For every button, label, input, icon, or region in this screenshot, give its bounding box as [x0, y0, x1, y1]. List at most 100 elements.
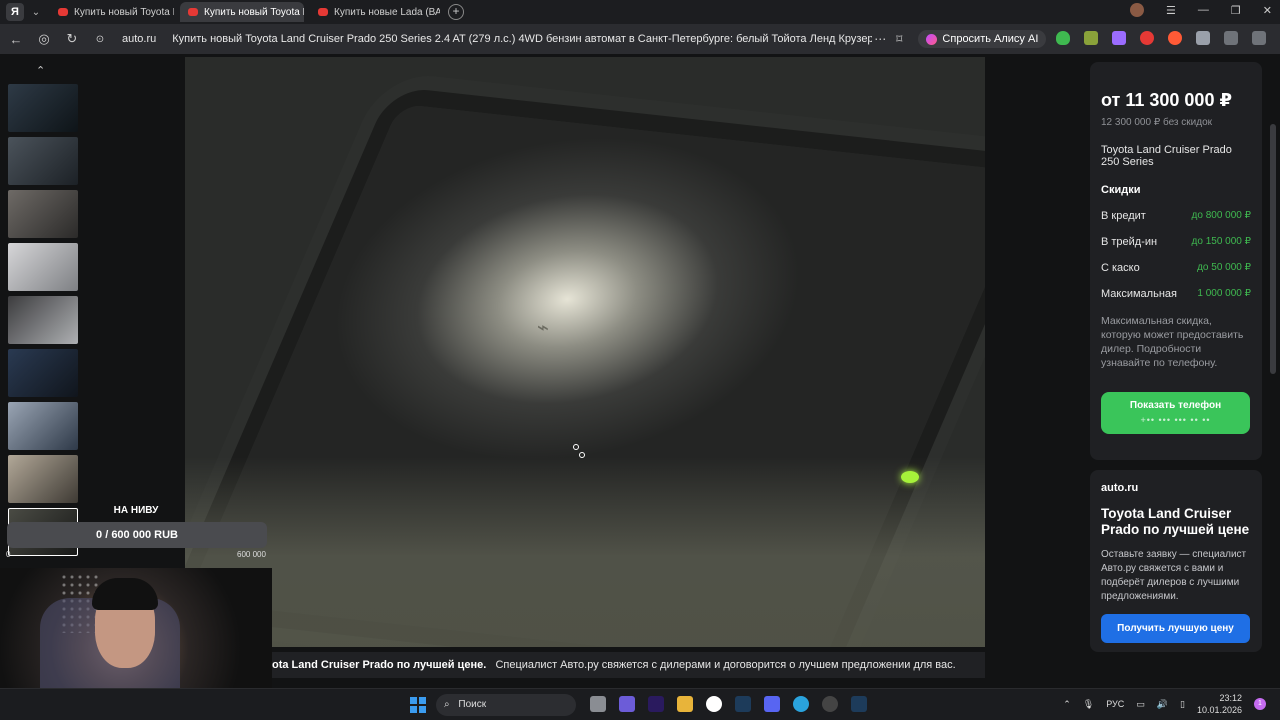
ticker-text: Специалист Авто.ру свяжется с дилерами и…	[495, 659, 956, 671]
bookmark-icon[interactable]: ⌑	[896, 32, 902, 46]
thumbnail[interactable]	[8, 296, 78, 344]
thumbnail[interactable]	[8, 84, 78, 132]
tray-arrow-icon[interactable]: ⌃	[1063, 699, 1071, 710]
steam-icon-2[interactable]	[851, 696, 867, 712]
webcam-overlay	[0, 568, 272, 688]
yandex-id-icon[interactable]: ◎	[32, 27, 56, 51]
language-indicator[interactable]: РУС	[1106, 699, 1124, 709]
reload-icon[interactable]: ↻	[60, 27, 84, 51]
charger-led	[901, 471, 919, 483]
autoru-favicon-icon	[318, 8, 328, 16]
discord-icon[interactable]	[764, 696, 780, 712]
more-icon[interactable]: ⋯	[874, 32, 886, 46]
get-best-price-button[interactable]: Получить лучшую цену	[1101, 614, 1250, 643]
offer-panel: от 11 300 000 ₽ 12 300 000 ₽ без скидок …	[1090, 62, 1262, 460]
microphone-icon[interactable]: 🎙	[1083, 699, 1094, 710]
battery-icon[interactable]: ▯	[1180, 699, 1185, 710]
tabs-dropdown-icon[interactable]: ⌄	[28, 3, 44, 21]
browser-tab-bar: Я ⌄ Купить новый Toyota Land Купить новы…	[0, 0, 1280, 24]
main-photo[interactable]: ⌁	[185, 57, 985, 647]
address-bar: ← ◎ ↻ ⊙ auto.ru Купить новый Toyota Land…	[0, 24, 1280, 54]
guard-extension-icon[interactable]	[1196, 31, 1210, 45]
puzzle-extension-icon[interactable]	[1224, 31, 1238, 45]
profile-avatar[interactable]	[1130, 3, 1145, 17]
close-window-icon[interactable]: ✕	[1263, 4, 1272, 17]
record-extension-icon[interactable]	[1168, 31, 1182, 45]
goal-max: 600 000	[237, 550, 266, 559]
clock[interactable]: 23:12 10.01.2026	[1197, 692, 1242, 716]
promo-text: Оставьте заявку — специалист Авто.ру свя…	[1101, 549, 1247, 602]
streamer-hair	[92, 578, 158, 610]
tab-2[interactable]: Купить новый Toyota L	[180, 2, 304, 22]
scrollbar[interactable]	[1270, 124, 1276, 374]
taskbar-apps	[590, 696, 867, 712]
ask-alice-button[interactable]: Спросить Алису AI	[918, 30, 1047, 48]
thumbnail[interactable]	[8, 190, 78, 238]
site-info-icon[interactable]: ⊙	[88, 27, 112, 51]
network-icon[interactable]: ▭	[1136, 699, 1145, 710]
show-phone-label: Показать телефон	[1129, 400, 1222, 411]
discount-label: Максимальная	[1101, 288, 1177, 300]
emoji-extension-icon[interactable]	[1084, 31, 1098, 45]
thumbnail[interactable]	[8, 243, 78, 291]
back-arrow-icon[interactable]: ←	[4, 27, 28, 51]
new-tab-button[interactable]: +	[448, 4, 464, 20]
menu-icon[interactable]: ☰	[1166, 4, 1176, 17]
pen-extension-icon[interactable]	[1112, 31, 1126, 45]
windows-start-icon[interactable]	[410, 697, 426, 713]
tab-label: Купить новый Toyota L	[204, 6, 304, 18]
discount-row: В кредит до 800 000 ₽	[1101, 210, 1251, 222]
discount-value: до 150 000 ₽	[1191, 236, 1251, 247]
extensions-bar	[1056, 31, 1266, 45]
goal-progress-bar: 0 / 600 000 RUB	[7, 522, 267, 548]
goal-title: НА НИВУ	[113, 505, 159, 516]
tab-label: Купить новый Toyota Land	[74, 6, 174, 18]
thumbnail[interactable]	[8, 137, 78, 185]
phone-mask: +•• ••• ••• •• ••	[1140, 415, 1211, 425]
price-without-discount: 12 300 000 ₽ без скидок	[1101, 117, 1213, 128]
yandex-browser-icon[interactable]	[706, 696, 722, 712]
clock-date: 10.01.2026	[1196, 705, 1242, 715]
task-view-icon[interactable]	[590, 696, 606, 712]
wireless-charging-icon: ⌁	[537, 317, 550, 339]
discount-label: В трейд-ин	[1101, 236, 1158, 248]
restore-icon[interactable]: ❐	[1231, 4, 1241, 17]
chat-app-icon[interactable]	[619, 696, 635, 712]
notification-badge[interactable]: 1	[1254, 698, 1266, 710]
discount-value: до 50 000 ₽	[1197, 262, 1251, 273]
mouse-cursor-icon	[579, 452, 585, 458]
thumbnail-strip: ⌃	[8, 65, 78, 561]
taskbar-search[interactable]: ⌕ Поиск	[436, 694, 576, 716]
steam-icon[interactable]	[735, 696, 751, 712]
thumbnail[interactable]	[8, 349, 78, 397]
premiere-app-icon[interactable]	[648, 696, 664, 712]
a-extension-icon[interactable]	[1140, 31, 1154, 45]
search-label: Поиск	[458, 699, 487, 710]
discount-value: до 800 000 ₽	[1191, 210, 1251, 221]
promo-title: Toyota Land Cruiser Prado по лучшей цене	[1101, 506, 1250, 537]
photo-floor	[185, 457, 985, 647]
file-explorer-icon[interactable]	[677, 696, 693, 712]
tab-label: Купить новые Lada (ВА	[334, 6, 440, 18]
discount-value: 1 000 000 ₽	[1197, 288, 1251, 299]
yandex-menu-button[interactable]: Я	[6, 3, 24, 21]
download-icon[interactable]	[1252, 31, 1266, 45]
url-domain[interactable]: auto.ru	[122, 33, 156, 45]
obs-icon[interactable]	[822, 696, 838, 712]
discount-row: Максимальная 1 000 000 ₽	[1101, 288, 1251, 300]
tab-1[interactable]: Купить новый Toyota Land	[50, 2, 174, 22]
mouse-cursor-icon	[573, 444, 579, 450]
thumbnail[interactable]	[8, 455, 78, 503]
thumbnails-up-icon[interactable]: ⌃	[36, 64, 45, 77]
telegram-icon[interactable]	[793, 696, 809, 712]
donation-goal-overlay: НА НИВУ 0 / 600 000 RUB 0 600 000	[0, 498, 272, 568]
model-name: Toyota Land Cruiser Prado 250 Series	[1101, 144, 1232, 168]
page-title[interactable]: Купить новый Toyota Land Cruiser Prado 2…	[172, 33, 872, 45]
shield-extension-icon[interactable]	[1056, 31, 1070, 45]
goal-min: 0	[6, 550, 11, 559]
minimize-icon[interactable]: —	[1198, 4, 1209, 16]
show-phone-button[interactable]: Показать телефон +•• ••• ••• •• ••	[1101, 392, 1250, 434]
tab-3[interactable]: Купить новые Lada (ВА	[310, 2, 440, 22]
volume-icon[interactable]: 🔊	[1157, 699, 1168, 710]
thumbnail[interactable]	[8, 402, 78, 450]
